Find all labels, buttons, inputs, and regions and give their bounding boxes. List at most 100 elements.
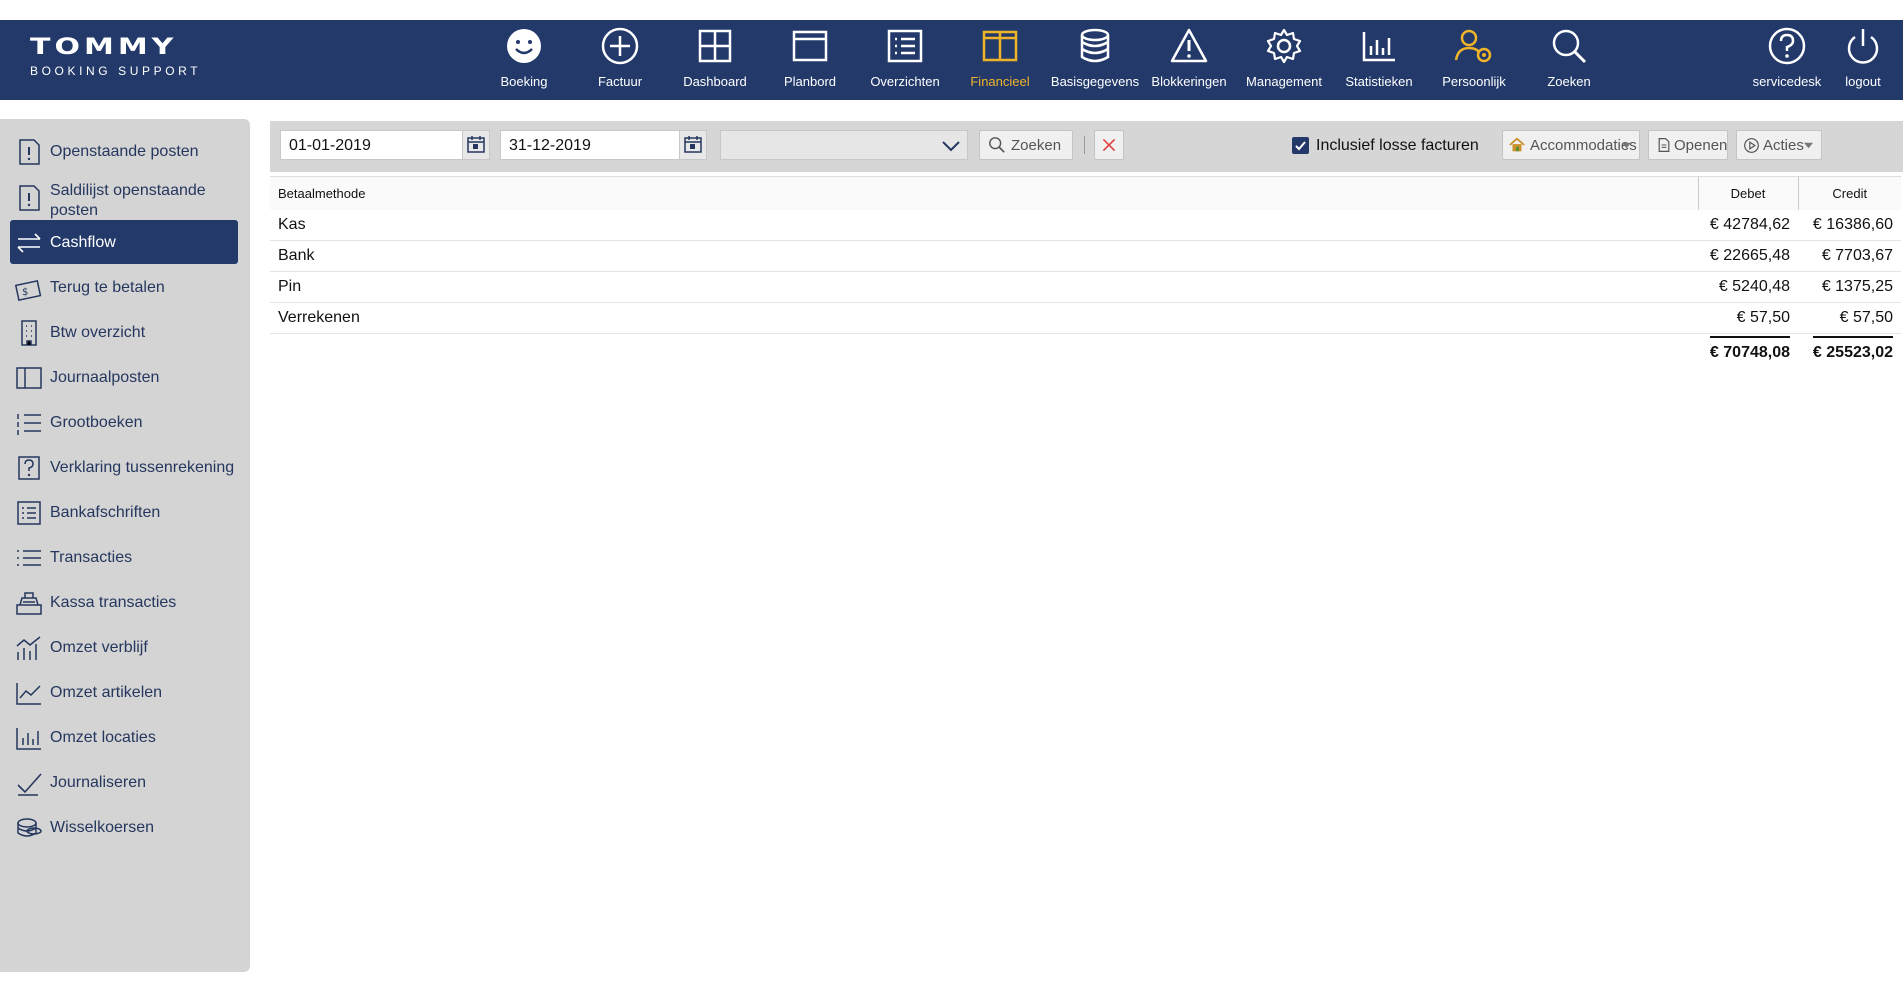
date-from-calendar-button[interactable] xyxy=(462,130,490,160)
document-alert-icon xyxy=(19,139,40,165)
nav-financieel[interactable]: Financieel xyxy=(952,20,1048,100)
cashflow-table: Betaalmethode Debet Credit Kas € 42784,6… xyxy=(270,176,1901,365)
column-header-betaalmethode[interactable]: Betaalmethode xyxy=(270,176,1698,210)
cell-betaalmethode: Verrekenen xyxy=(270,302,1698,334)
nav-management[interactable]: Management xyxy=(1236,20,1332,100)
nav-persoonlijk[interactable]: Persoonlijk xyxy=(1426,20,1522,100)
nav-factuur[interactable]: Factuur xyxy=(572,20,668,100)
caret-down-icon xyxy=(1804,142,1813,149)
date-to-calendar-button[interactable] xyxy=(679,130,707,160)
cell-total-label xyxy=(270,334,1698,365)
sidebar-item-journaalposten[interactable]: Journaalposten xyxy=(10,355,238,399)
sidebar-item-kassa-transacties[interactable]: Kassa transacties xyxy=(10,580,238,624)
table-row[interactable]: Kas € 42784,62 € 16386,60 xyxy=(270,209,1901,241)
column-header-credit[interactable]: Credit xyxy=(1797,176,1901,210)
sidebar-item-label: Terug te betalen xyxy=(50,279,165,296)
play-circle-icon xyxy=(1744,138,1759,153)
power-icon xyxy=(1847,29,1879,64)
nav-blokkeringen[interactable]: Blokkeringen xyxy=(1141,20,1237,100)
nav-label: Basisgegevens xyxy=(1050,74,1140,89)
table-row[interactable]: Bank € 22665,48 € 7703,67 xyxy=(270,240,1901,272)
nav-logout[interactable]: logout xyxy=(1827,20,1899,100)
acties-label: Acties xyxy=(1763,137,1804,154)
nav-label: Management xyxy=(1246,74,1322,89)
coins-icon xyxy=(17,818,42,837)
top-navigation-bar: TOMMY BOOKING SUPPORT Boeking Factuur Da… xyxy=(0,20,1903,100)
toolbar-divider xyxy=(1084,136,1085,154)
sidebar-item-cashflow[interactable]: Cashflow xyxy=(10,220,238,264)
sidebar-item-label: Omzet verblijf xyxy=(50,639,148,656)
openen-button[interactable]: Openen xyxy=(1648,130,1728,160)
sidebar-item-omzet-verblijf[interactable]: Omzet verblijf xyxy=(10,625,238,669)
nav-label: Zoeken xyxy=(1547,74,1591,89)
sidebar-item-label: Journaliseren xyxy=(50,774,147,791)
sidebar-item-openstaande-posten[interactable]: Openstaande posten xyxy=(10,129,238,173)
nav-dashboard[interactable]: Dashboard xyxy=(667,20,763,100)
sidebar-item-journaliseren[interactable]: Journaliseren xyxy=(10,760,238,804)
sidebar-item-omzet-locaties[interactable]: Omzet locaties xyxy=(10,715,238,759)
cell-credit: € 7703,67 xyxy=(1798,240,1901,272)
list-icon xyxy=(17,550,41,566)
nav-overzichten[interactable]: Overzichten xyxy=(857,20,953,100)
svg-text:$: $ xyxy=(22,287,28,298)
brand-logo[interactable]: TOMMY BOOKING SUPPORT xyxy=(30,36,240,86)
sidebar-item-terug-te-betalen[interactable]: $ Terug te betalen xyxy=(10,265,238,309)
gear-icon xyxy=(1266,28,1302,64)
cash-register-icon xyxy=(16,592,42,615)
date-from-input[interactable]: 01-01-2019 xyxy=(280,130,463,160)
nav-boeking[interactable]: Boeking xyxy=(476,20,572,100)
sidebar-item-wisselkoersen[interactable]: Wisselkoersen xyxy=(10,805,238,849)
nav-label: logout xyxy=(1845,74,1881,89)
sidebar-item-label: Bankafschriften xyxy=(50,504,161,521)
acties-dropdown[interactable]: Acties xyxy=(1736,130,1822,160)
table-row[interactable]: Pin € 5240,48 € 1375,25 xyxy=(270,271,1901,303)
accommodaties-label: Accommodaties xyxy=(1530,137,1637,154)
question-box-icon xyxy=(18,456,40,480)
sidebar-item-grootboeken[interactable]: Grootboeken xyxy=(10,400,238,444)
accommodaties-dropdown[interactable]: Accommodaties xyxy=(1502,130,1640,160)
openen-label: Openen xyxy=(1674,137,1728,154)
sidebar-item-verklaring-tussenrekening[interactable]: Verklaring tussenrekening xyxy=(10,445,238,489)
date-to-input[interactable]: 31-12-2019 xyxy=(500,130,680,160)
nav-planbord[interactable]: Planbord xyxy=(762,20,858,100)
sidebar-item-label: Omzet artikelen xyxy=(50,684,163,701)
calendar-icon xyxy=(467,136,485,153)
sidebar-item-omzet-artikelen[interactable]: Omzet artikelen xyxy=(10,670,238,714)
sidebar-item-label: Cashflow xyxy=(50,234,116,251)
nav-label: Persoonlijk xyxy=(1442,74,1506,89)
losse-facturen-checkbox[interactable] xyxy=(1292,137,1309,154)
sidebar-item-label: Journaalposten xyxy=(50,369,160,386)
column-header-debet[interactable]: Debet xyxy=(1697,176,1798,210)
nav-servicedesk[interactable]: servicedesk xyxy=(1739,20,1835,100)
table-header-row: Betaalmethode Debet Credit xyxy=(270,176,1901,210)
caret-down-icon xyxy=(1622,142,1631,149)
trend-chart-icon xyxy=(16,683,41,705)
table-row[interactable]: Verrekenen € 57,50 € 57,50 xyxy=(270,302,1901,334)
sidebar-item-label: Grootboeken xyxy=(50,414,143,431)
losse-facturen-label[interactable]: Inclusief losse facturen xyxy=(1316,137,1479,155)
cell-debet: € 57,50 xyxy=(1698,302,1798,334)
sidebar-item-bankafschriften[interactable]: Bankafschriften xyxy=(10,490,238,534)
check-icon xyxy=(17,773,42,796)
sidebar-item-label: Wisselkoersen xyxy=(50,819,155,836)
nav-zoeken[interactable]: Zoeken xyxy=(1521,20,1617,100)
refund-icon: $ xyxy=(14,279,42,302)
sidebar-item-btw-overzicht[interactable]: Btw overzicht xyxy=(10,310,238,354)
sidebar-item-label: Openstaande posten xyxy=(50,143,199,160)
sidebar-item-saldilijst[interactable]: Saldilijst openstaande posten xyxy=(10,175,238,219)
clear-filter-button[interactable] xyxy=(1094,130,1124,160)
search-button[interactable]: Zoeken xyxy=(979,130,1073,160)
cell-total-credit-wrap: € 25523,02 xyxy=(1798,334,1901,365)
nav-label: Factuur xyxy=(597,74,643,89)
nav-basisgegevens[interactable]: Basisgegevens xyxy=(1047,20,1143,100)
nav-label: Financieel xyxy=(970,74,1030,89)
plus-circle-icon xyxy=(601,27,639,65)
sidebar-item-transacties[interactable]: Transacties xyxy=(10,535,238,579)
filter-select[interactable] xyxy=(720,130,968,160)
grid-icon xyxy=(698,29,732,63)
calendar-icon xyxy=(684,136,702,153)
nav-statistieken[interactable]: Statistieken xyxy=(1331,20,1427,100)
brand-tagline: BOOKING SUPPORT xyxy=(30,64,202,78)
revenue-chart-icon xyxy=(16,636,41,660)
book-icon xyxy=(16,367,42,389)
